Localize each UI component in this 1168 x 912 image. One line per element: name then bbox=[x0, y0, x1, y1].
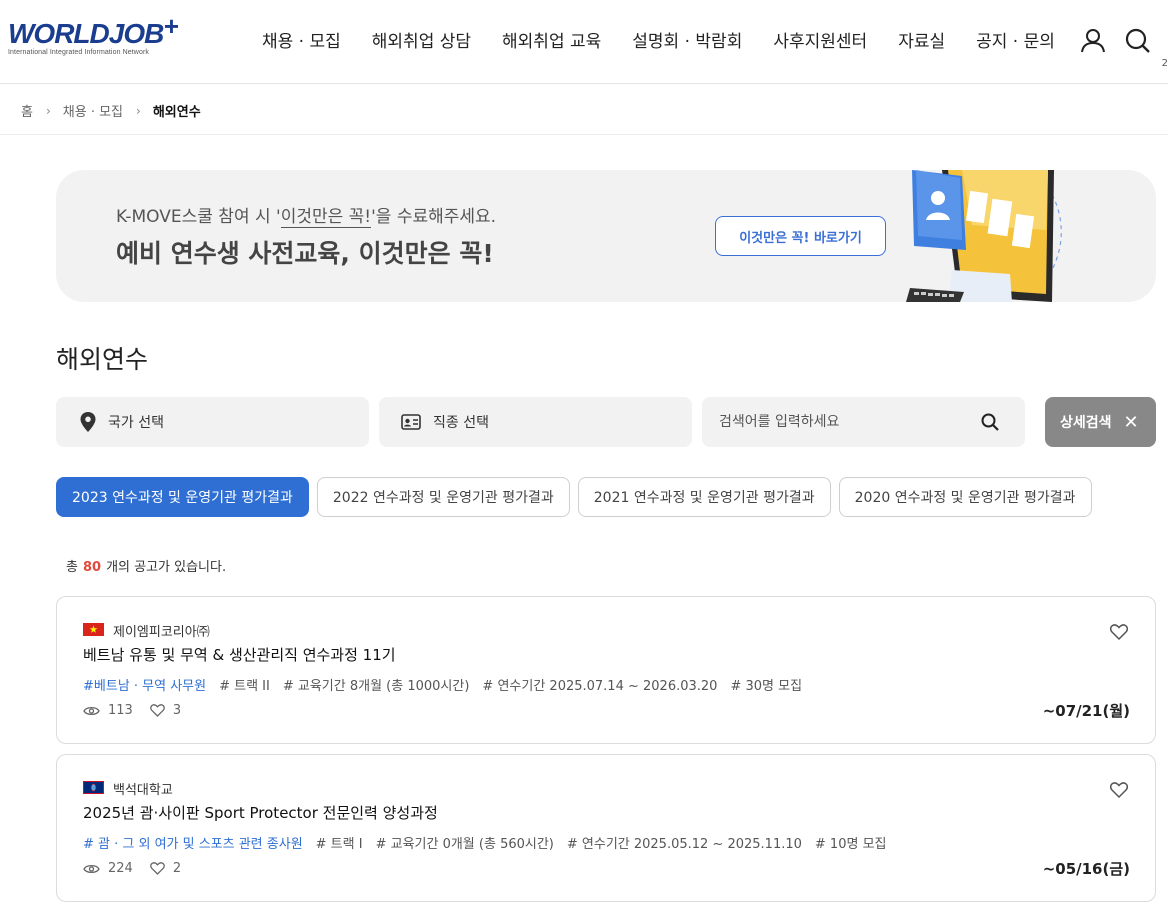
tag-job: #베트남 · 무역 사무원 bbox=[83, 679, 207, 694]
view-count-value: 224 bbox=[108, 861, 133, 876]
banner-title: 예비 연수생 사전교육, 이것만은 꼭! bbox=[116, 239, 494, 268]
breadcrumb-current: 해외연수 bbox=[152, 105, 201, 120]
job-select[interactable]: 직종 선택 bbox=[379, 397, 692, 447]
search-icon[interactable] bbox=[1123, 26, 1153, 56]
like-count-value: 3 bbox=[172, 703, 182, 718]
logo-subtitle: International Integrated Information Net… bbox=[8, 49, 149, 56]
company-name: 백석대학교 bbox=[113, 783, 173, 798]
breadcrumb-recruit[interactable]: 채용 · 모집 bbox=[63, 101, 123, 120]
tag-job: # 괌 · 그 외 여가 및 스포츠 관련 종사원 bbox=[83, 837, 303, 852]
like-count: 2 bbox=[149, 861, 182, 876]
view-count: 113 bbox=[83, 703, 133, 718]
page-indicator: 2 bbox=[1161, 58, 1168, 69]
count-prefix: 총 bbox=[66, 560, 78, 575]
tab-2021-evaluation[interactable]: 2021 연수과정 및 운영기관 평가결과 bbox=[577, 477, 831, 517]
search-icon[interactable] bbox=[981, 413, 999, 435]
tag-track: # 트랙 II bbox=[219, 679, 270, 694]
location-pin-icon bbox=[78, 412, 98, 432]
computer-illustration bbox=[906, 170, 1062, 302]
logo-text: WORLDJOB bbox=[8, 18, 164, 49]
nav-item-education[interactable]: 해외취업 교육 bbox=[502, 30, 601, 54]
guam-flag-icon bbox=[83, 781, 104, 794]
worldjob-logo[interactable]: WORLDJOB+ International Integrated Infor… bbox=[8, 12, 183, 60]
listing-deadline: ~07/21(월) bbox=[1042, 702, 1130, 720]
tab-2023-evaluation[interactable]: 2023 연수과정 및 운영기관 평가결과 bbox=[56, 477, 309, 517]
nav-item-recruit[interactable]: 채용 · 모집 bbox=[262, 30, 341, 54]
site-header: WORLDJOB+ International Integrated Infor… bbox=[0, 0, 1168, 84]
banner-link-button[interactable]: 이것만은 꼭! 바로가기 bbox=[715, 216, 886, 256]
heart-icon bbox=[149, 704, 165, 717]
banner-sub-suffix: '을 수료해주세요. bbox=[371, 207, 497, 227]
chevron-right-icon: › bbox=[45, 103, 51, 118]
nav-item-support[interactable]: 사후지원센터 bbox=[773, 30, 867, 54]
tag-training-period: # 연수기간 2025.05.12 ~ 2025.11.10 bbox=[566, 837, 802, 852]
like-count: 3 bbox=[149, 703, 182, 718]
count-value: 80 bbox=[82, 560, 102, 575]
banner-sub-highlight: 이것만은 꼭! bbox=[280, 207, 372, 228]
like-count-value: 2 bbox=[172, 861, 182, 876]
page-title: 해외연수 bbox=[56, 345, 149, 374]
favorite-heart-icon[interactable] bbox=[1109, 622, 1129, 642]
heart-icon bbox=[149, 862, 165, 875]
listing-tags: #베트남 · 무역 사무원 # 트랙 II # 교육기간 8개월 (총 1000… bbox=[83, 675, 815, 694]
breadcrumb-home[interactable]: 홈 bbox=[21, 101, 33, 120]
vietnam-flag-icon bbox=[83, 623, 104, 636]
user-icon[interactable] bbox=[1078, 26, 1108, 56]
nav-item-notice[interactable]: 공지 · 문의 bbox=[976, 30, 1055, 54]
tag-education-period: # 교육기간 0개월 (총 560시간) bbox=[375, 837, 554, 852]
banner-subtitle: K-MOVE스쿨 참여 시 '이것만은 꼭!'을 수료해주세요. bbox=[116, 202, 497, 228]
id-card-icon bbox=[401, 412, 421, 432]
view-count: 224 bbox=[83, 861, 133, 876]
listing-meta: 113 3 bbox=[83, 703, 198, 718]
tag-recruit-count: # 30명 모집 bbox=[730, 679, 803, 694]
listing-meta: 224 2 bbox=[83, 861, 198, 876]
logo-plus: + bbox=[163, 11, 178, 41]
advanced-search-button[interactable]: 상세검색 ✕ bbox=[1045, 397, 1156, 447]
listing-title[interactable]: 베트남 유통 및 무역 & 생산관리직 연수과정 11기 bbox=[83, 644, 396, 665]
nav-item-consult[interactable]: 해외취업 상담 bbox=[372, 30, 471, 54]
close-icon: ✕ bbox=[1123, 411, 1139, 433]
banner-sub-prefix: K-MOVE스쿨 참여 시 ' bbox=[116, 207, 281, 227]
evaluation-tabs: 2023 연수과정 및 운영기관 평가결과 2022 연수과정 및 운영기관 평… bbox=[56, 477, 1092, 517]
tab-2020-evaluation[interactable]: 2020 연수과정 및 운영기관 평가결과 bbox=[838, 477, 1092, 517]
company-name: 제이엠피코리아㈜ bbox=[113, 625, 210, 640]
country-select-label: 국가 선택 bbox=[108, 415, 164, 431]
listing-card[interactable]: 제이엠피코리아㈜ 베트남 유통 및 무역 & 생산관리직 연수과정 11기 #베… bbox=[56, 596, 1156, 744]
result-count: 총 80 개의 공고가 있습니다. bbox=[66, 556, 226, 575]
chevron-right-icon: › bbox=[136, 103, 141, 118]
listing-tags: # 괌 · 그 외 여가 및 스포츠 관련 종사원 # 트랙 I # 교육기간 … bbox=[83, 833, 900, 852]
breadcrumb: 홈 › 채용 · 모집 › 해외연수 bbox=[0, 84, 1168, 135]
view-count-value: 113 bbox=[108, 703, 133, 718]
advanced-search-label: 상세검색 bbox=[1060, 415, 1112, 431]
country-select[interactable]: 국가 선택 bbox=[56, 397, 369, 447]
tab-2022-evaluation[interactable]: 2022 연수과정 및 운영기관 평가결과 bbox=[316, 477, 570, 517]
favorite-heart-icon[interactable] bbox=[1109, 780, 1129, 800]
count-suffix: 개의 공고가 있습니다. bbox=[106, 560, 227, 575]
eye-icon bbox=[83, 706, 100, 715]
keyword-search-box bbox=[702, 397, 1025, 447]
listing-deadline: ~05/16(금) bbox=[1042, 860, 1130, 878]
main-nav: 채용 · 모집 해외취업 상담 해외취업 교육 설명회 · 박람회 사후지원센터… bbox=[262, 30, 1086, 54]
tag-training-period: # 연수기간 2025.07.14 ~ 2026.03.20 bbox=[482, 679, 718, 694]
promo-banner: K-MOVE스쿨 참여 시 '이것만은 꼭!'을 수료해주세요. 예비 연수생 … bbox=[56, 170, 1156, 302]
tag-track: # 트랙 I bbox=[315, 837, 363, 852]
listing-title[interactable]: 2025년 괌·사이판 Sport Protector 전문인력 양성과정 bbox=[83, 802, 438, 823]
nav-item-archive[interactable]: 자료실 bbox=[898, 30, 945, 54]
keyword-search-input[interactable] bbox=[719, 414, 959, 430]
tag-recruit-count: # 10명 모집 bbox=[814, 837, 887, 852]
listing-card[interactable]: 백석대학교 2025년 괌·사이판 Sport Protector 전문인력 양… bbox=[56, 754, 1156, 902]
nav-item-fair[interactable]: 설명회 · 박람회 bbox=[632, 30, 742, 54]
tag-education-period: # 교육기간 8개월 (총 1000시간) bbox=[282, 679, 470, 694]
eye-icon bbox=[83, 864, 100, 873]
job-select-label: 직종 선택 bbox=[433, 415, 489, 431]
